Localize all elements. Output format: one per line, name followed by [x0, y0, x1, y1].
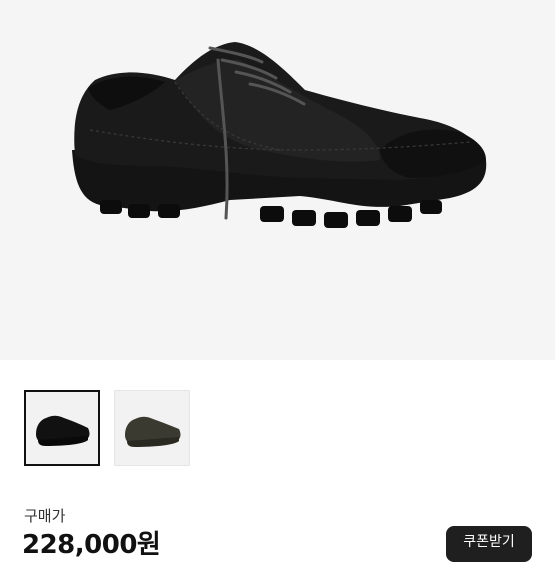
product-hero-image [0, 0, 555, 360]
black-sneaker-thumb-icon [36, 415, 90, 446]
thumbnail-strip [0, 360, 555, 485]
get-coupon-button[interactable]: 쿠폰받기 [446, 526, 532, 562]
olive-sneaker-thumb-icon [125, 416, 181, 447]
purchase-price: 228,000원 [22, 530, 161, 560]
thumbnail-black-sneaker[interactable] [24, 390, 100, 466]
thumbnail-olive-sneaker[interactable] [114, 390, 190, 466]
purchase-price-label: 구매가 [24, 507, 66, 525]
sneaker-illustration [72, 42, 487, 228]
